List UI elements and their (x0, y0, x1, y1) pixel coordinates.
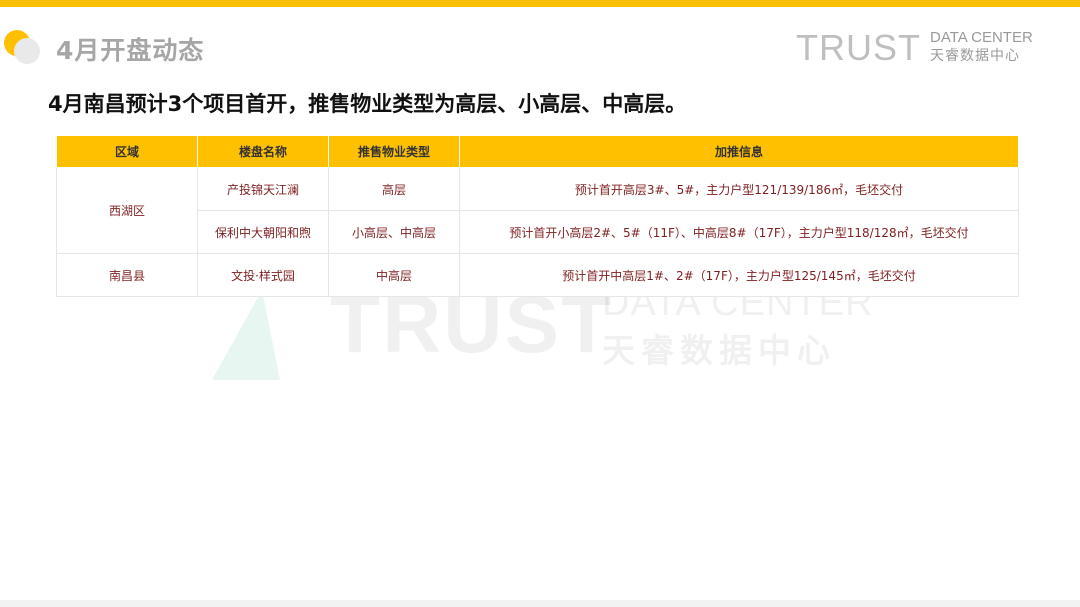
brand-subtitle-en: DATA CENTER (930, 29, 1033, 46)
property-type-cell: 中高层 (328, 253, 460, 297)
header-property-type: 推售物业类型 (328, 135, 460, 168)
top-accent-bar (0, 0, 1080, 7)
watermark-shape-icon (212, 290, 296, 380)
table-row: 保利中大朝阳和煦 小高层、中高层 预计首开小高层2#、5#（11F）、中高层8#… (57, 210, 1019, 254)
project-name-cell: 保利中大朝阳和煦 (197, 210, 329, 254)
region-cell: 西湖区 (56, 167, 198, 254)
table-row: 西湖区 产投锦天江澜 高层 预计首开高层3#、5#，主力户型121/139/18… (56, 167, 1019, 254)
project-name-cell: 文投·样式园 (197, 253, 329, 297)
launch-info-cell: 预计首开小高层2#、5#（11F）、中高层8#（17F），主力户型118/128… (459, 210, 1019, 254)
watermark-subtitle-cn: 天睿数据中心 (602, 331, 836, 370)
project-name-cell: 产投锦天江澜 (197, 167, 329, 211)
region-cell: 南昌县 (56, 253, 198, 297)
headline: 4月南昌预计3个项目首开，推售物业类型为高层、小高层、中高层。 (48, 92, 687, 116)
header-project-name: 楼盘名称 (197, 135, 329, 168)
table-header-row: 区域 楼盘名称 推售物业类型 加推信息 (56, 135, 1019, 168)
table-row: 南昌县 文投·样式园 中高层 预计首开中高层1#、2#（17F），主力户型125… (56, 253, 1019, 297)
bottom-bar (0, 600, 1080, 607)
header-region: 区域 (56, 135, 198, 168)
launch-table: 区域 楼盘名称 推售物业类型 加推信息 西湖区 产投锦天江澜 高层 预计首开高层… (56, 135, 1019, 297)
brand-subtitle-cn: 天睿数据中心 (930, 48, 1020, 64)
logo-circles-icon (4, 30, 40, 64)
launch-info-cell: 预计首开高层3#、5#，主力户型121/139/186㎡，毛坯交付 (459, 167, 1019, 211)
header-launch-info: 加推信息 (459, 135, 1019, 168)
brand-name: TRUST (796, 27, 921, 68)
launch-info-cell: 预计首开中高层1#、2#（17F），主力户型125/145㎡，毛坯交付 (459, 253, 1019, 297)
property-type-cell: 小高层、中高层 (328, 210, 460, 254)
page-title: 4月开盘动态 (56, 36, 205, 65)
property-type-cell: 高层 (328, 167, 460, 211)
